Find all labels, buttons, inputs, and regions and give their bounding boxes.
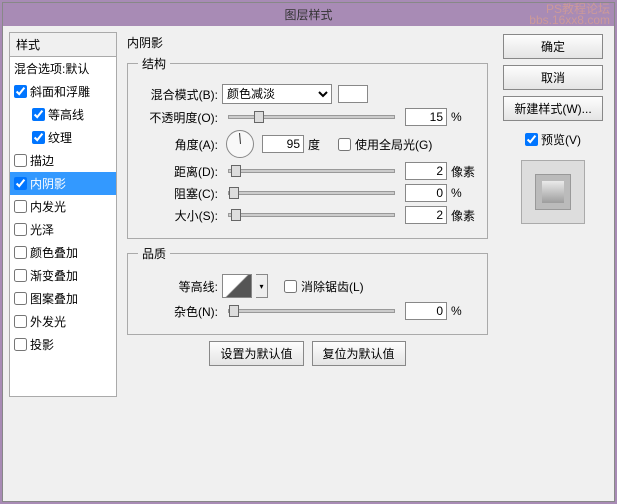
style-label: 等高线 <box>48 106 84 123</box>
style-checkbox[interactable] <box>14 292 27 305</box>
style-checkbox[interactable] <box>14 85 27 98</box>
style-checkbox[interactable] <box>14 177 27 190</box>
shadow-color-swatch[interactable] <box>338 85 368 103</box>
style-checkbox[interactable] <box>14 338 27 351</box>
antialias-label: 消除锯齿(L) <box>301 278 364 295</box>
angle-label: 角度(A): <box>138 136 218 153</box>
opacity-unit: % <box>451 110 477 124</box>
size-unit: 像素 <box>451 207 477 224</box>
action-panel: 确定 取消 新建样式(W)... 预览(V) <box>498 32 608 494</box>
opacity-slider[interactable] <box>228 115 395 119</box>
distance-label: 距离(D): <box>138 163 218 180</box>
contour-swatch[interactable] <box>222 274 252 298</box>
noise-slider[interactable] <box>228 309 395 313</box>
global-light-checkbox[interactable] <box>338 138 351 151</box>
style-checkbox[interactable] <box>32 108 45 121</box>
style-item[interactable]: 内阴影 <box>10 172 116 195</box>
style-checkbox[interactable] <box>32 131 45 144</box>
preview-label: 预览(V) <box>541 131 581 148</box>
style-label: 内发光 <box>30 198 66 215</box>
style-item[interactable]: 等高线 <box>10 103 116 126</box>
style-label: 渐变叠加 <box>30 267 78 284</box>
contour-dropdown-icon[interactable]: ▾ <box>256 274 268 298</box>
style-label: 光泽 <box>30 221 54 238</box>
structure-legend: 结构 <box>138 55 170 72</box>
size-label: 大小(S): <box>138 207 218 224</box>
choke-input[interactable] <box>405 184 447 202</box>
blend-mode-select[interactable]: 颜色减淡 <box>222 84 332 104</box>
choke-slider[interactable] <box>228 191 395 195</box>
distance-slider[interactable] <box>228 169 395 173</box>
blend-options-item[interactable]: 混合选项:默认 <box>10 57 116 80</box>
distance-unit: 像素 <box>451 163 477 180</box>
style-label: 内阴影 <box>30 175 66 192</box>
style-label: 投影 <box>30 336 54 353</box>
styles-list: 混合选项:默认 斜面和浮雕等高线纹理描边内阴影内发光光泽颜色叠加渐变叠加图案叠加… <box>9 57 117 397</box>
distance-input[interactable] <box>405 162 447 180</box>
style-label: 颜色叠加 <box>30 244 78 261</box>
contour-label: 等高线: <box>138 278 218 295</box>
watermark: PS教程论坛 bbs.16xx8.com <box>529 4 610 26</box>
opacity-input[interactable] <box>405 108 447 126</box>
choke-label: 阻塞(C): <box>138 185 218 202</box>
style-label: 描边 <box>30 152 54 169</box>
settings-panel: 内阴影 结构 混合模式(B): 颜色减淡 不透明度(O): % 角度(A): <box>123 32 492 494</box>
quality-group: 品质 等高线: ▾ 消除锯齿(L) 杂色(N): % <box>127 245 488 335</box>
preview-thumbnail <box>535 174 571 210</box>
style-label: 纹理 <box>48 129 72 146</box>
style-item[interactable]: 内发光 <box>10 195 116 218</box>
titlebar: 图层样式 PS教程论坛 bbs.16xx8.com <box>3 3 614 26</box>
global-light-label: 使用全局光(G) <box>355 136 432 153</box>
style-item[interactable]: 斜面和浮雕 <box>10 80 116 103</box>
style-item[interactable]: 外发光 <box>10 310 116 333</box>
size-slider[interactable] <box>228 213 395 217</box>
styles-header: 样式 <box>9 32 117 57</box>
style-checkbox[interactable] <box>14 315 27 328</box>
noise-label: 杂色(N): <box>138 303 218 320</box>
preview-checkbox[interactable] <box>525 133 538 146</box>
quality-legend: 品质 <box>138 245 170 262</box>
size-input[interactable] <box>405 206 447 224</box>
style-checkbox[interactable] <box>14 200 27 213</box>
angle-dial[interactable] <box>226 130 254 158</box>
choke-unit: % <box>451 186 477 200</box>
style-item[interactable]: 描边 <box>10 149 116 172</box>
structure-group: 结构 混合模式(B): 颜色减淡 不透明度(O): % 角度(A): 度 <box>127 55 488 239</box>
noise-unit: % <box>451 304 477 318</box>
blend-mode-label: 混合模式(B): <box>138 86 218 103</box>
set-default-button[interactable]: 设置为默认值 <box>209 341 303 366</box>
reset-default-button[interactable]: 复位为默认值 <box>312 341 406 366</box>
style-item[interactable]: 光泽 <box>10 218 116 241</box>
antialias-checkbox[interactable] <box>284 280 297 293</box>
preview-box <box>521 160 585 224</box>
angle-unit: 度 <box>308 136 334 153</box>
style-item[interactable]: 渐变叠加 <box>10 264 116 287</box>
style-label: 图案叠加 <box>30 290 78 307</box>
style-item[interactable]: 图案叠加 <box>10 287 116 310</box>
style-item[interactable]: 颜色叠加 <box>10 241 116 264</box>
style-checkbox[interactable] <box>14 269 27 282</box>
cancel-button[interactable]: 取消 <box>503 65 603 90</box>
styles-sidebar: 样式 混合选项:默认 斜面和浮雕等高线纹理描边内阴影内发光光泽颜色叠加渐变叠加图… <box>9 32 117 494</box>
window-title: 图层样式 <box>284 8 332 22</box>
ok-button[interactable]: 确定 <box>503 34 603 59</box>
panel-title: 内阴影 <box>123 32 492 55</box>
style-label: 斜面和浮雕 <box>30 83 90 100</box>
style-checkbox[interactable] <box>14 246 27 259</box>
angle-input[interactable] <box>262 135 304 153</box>
style-checkbox[interactable] <box>14 223 27 236</box>
style-item[interactable]: 投影 <box>10 333 116 356</box>
opacity-label: 不透明度(O): <box>138 109 218 126</box>
new-style-button[interactable]: 新建样式(W)... <box>503 96 603 121</box>
style-checkbox[interactable] <box>14 154 27 167</box>
style-item[interactable]: 纹理 <box>10 126 116 149</box>
style-label: 外发光 <box>30 313 66 330</box>
noise-input[interactable] <box>405 302 447 320</box>
layer-style-dialog: 图层样式 PS教程论坛 bbs.16xx8.com 样式 混合选项:默认 斜面和… <box>2 2 615 502</box>
